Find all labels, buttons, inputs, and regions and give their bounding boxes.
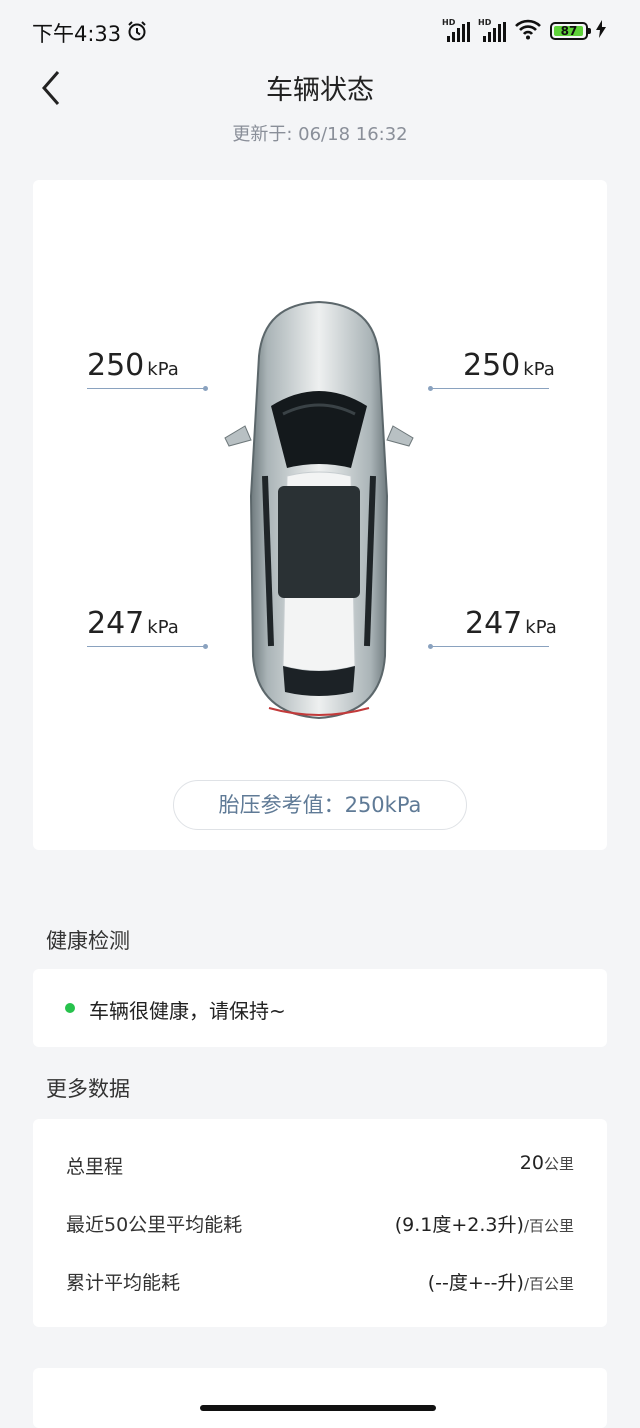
tire-value: 250: [463, 348, 521, 383]
bolt-icon: [596, 20, 606, 42]
tire-leader-dot: [203, 644, 208, 649]
data-row-total-consumption: 累计平均能耗 (--度+--升)/百公里: [66, 1268, 574, 1298]
wifi-icon: [514, 18, 542, 44]
tire-leader-dot: [428, 386, 433, 391]
data-row-recent-consumption: 最近50公里平均能耗 (9.1度+2.3升)/百公里: [66, 1210, 574, 1240]
cell-signal-icon: HD: [478, 18, 506, 42]
tire-leader-line: [431, 646, 549, 647]
status-time: 下午4:33: [32, 22, 122, 46]
data-row-value: (9.1度+2.3升)/百公里: [395, 1210, 574, 1237]
alarm-clock-icon: [126, 20, 148, 46]
value-unit: /百公里: [523, 1217, 574, 1235]
tire-rear-left: 247 kPa: [87, 606, 179, 641]
cell-signal-icon: HD: [442, 18, 470, 42]
health-card: 车辆很健康，请保持~: [33, 969, 607, 1047]
tire-pressure-card: 250 kPa 250 kPa 247 kPa 247 kPa 胎压参考值：250kPa: [33, 180, 607, 850]
data-row-value: 20公里: [520, 1152, 574, 1174]
tire-value: 250: [87, 348, 145, 383]
update-time: 更新于: 06/18 16:32: [232, 124, 408, 145]
data-row-mileage: 总里程 20公里: [66, 1152, 574, 1182]
health-status-text: 车辆很健康，请保持~: [89, 999, 286, 1023]
value-unit: /百公里: [523, 1275, 574, 1293]
tire-front-left: 250 kPa: [87, 348, 179, 383]
more-data-section-title: 更多数据: [46, 1077, 130, 1101]
health-section-title: 健康检测: [46, 929, 130, 953]
next-card: [33, 1368, 607, 1428]
tire-leader-line: [87, 388, 205, 389]
battery-icon: 87: [550, 22, 591, 40]
data-row-label: 总里程: [66, 1156, 124, 1178]
tire-unit: kPa: [525, 617, 557, 638]
status-dot-icon: [65, 1003, 75, 1013]
data-row-value: (--度+--升)/百公里: [428, 1268, 574, 1295]
status-icons: HD HD 87: [442, 18, 606, 44]
data-row-label: 累计平均能耗: [66, 1272, 181, 1294]
tire-leader-dot: [203, 386, 208, 391]
tire-rear-right: 247 kPa: [465, 606, 557, 641]
value-number: (9.1度+2.3升): [394, 1214, 524, 1236]
tire-unit: kPa: [147, 617, 179, 638]
battery-level: 87: [560, 24, 578, 38]
more-data-card: 总里程 20公里 最近50公里平均能耗 (9.1度+2.3升)/百公里 累计平均…: [33, 1119, 607, 1327]
data-row-label: 最近50公里平均能耗: [66, 1214, 243, 1236]
tire-front-right: 250 kPa: [463, 348, 555, 383]
tire-leader-line: [87, 646, 205, 647]
tire-leader-dot: [428, 644, 433, 649]
value-number: 20: [519, 1152, 544, 1174]
tire-unit: kPa: [523, 359, 555, 380]
tire-unit: kPa: [147, 359, 179, 380]
tire-leader-line: [431, 388, 549, 389]
value-number: (--度+--升): [427, 1272, 524, 1294]
status-bar: 下午4:33 HD HD 87: [0, 0, 640, 62]
tire-value: 247: [465, 606, 523, 641]
value-unit: 公里: [543, 1155, 574, 1173]
page-header: 车辆状态: [0, 60, 640, 110]
page-title: 车辆状态: [266, 75, 374, 106]
car-top-view-image: [224, 300, 414, 720]
tire-value: 247: [87, 606, 145, 641]
home-indicator[interactable]: [200, 1405, 436, 1411]
tire-reference-value: 胎压参考值：250kPa: [173, 780, 467, 830]
